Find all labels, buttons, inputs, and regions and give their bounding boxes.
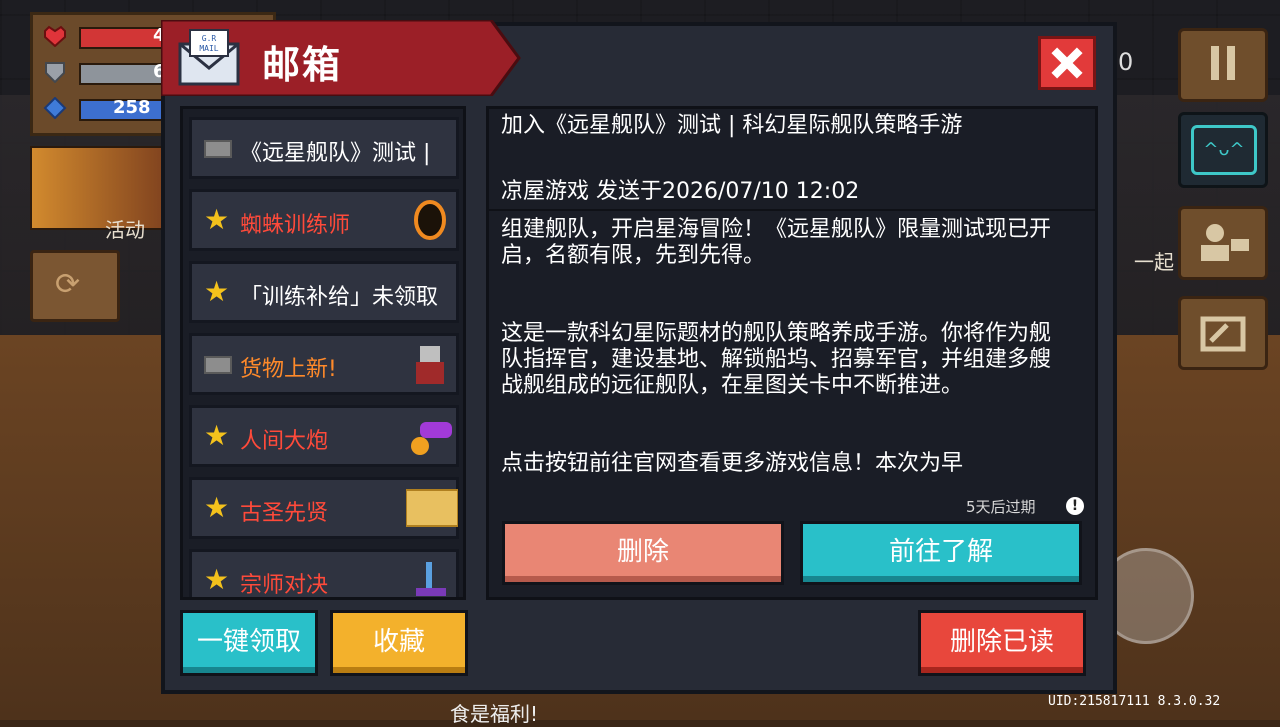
bottom-banner-text: 食是福利!: [450, 702, 539, 726]
sword-icon: [406, 558, 454, 597]
delete-read-button[interactable]: 删除已读: [918, 610, 1086, 676]
mail-item-7[interactable]: ★ 宗师对决: [189, 549, 459, 598]
energy-value: 258: [113, 97, 151, 118]
svg-text:MAIL: MAIL: [199, 44, 218, 53]
mail-envelope-icon: G.R MAIL: [176, 28, 242, 88]
cannon-icon: [406, 414, 454, 458]
mail-item-2[interactable]: ★ 蜘蛛训练师: [189, 189, 459, 251]
exit-icon: [1200, 316, 1246, 352]
envelope-icon: [204, 140, 232, 158]
uid-label: UID:215817111 8.3.0.32: [1048, 694, 1221, 709]
mail-item-6[interactable]: ★ 古圣先贤: [189, 477, 459, 539]
star-icon: ★: [204, 203, 230, 236]
activity-banner[interactable]: [30, 146, 174, 230]
mail-paragraph: 组建舰队，开启星海冒险！《远星舰队》限量测试现已开启，名额有限，先到先得。: [501, 217, 1052, 268]
mail-item-3[interactable]: ★ 「训练补给」未领取: [189, 261, 459, 323]
info-icon[interactable]: !: [1066, 497, 1084, 515]
reload-button[interactable]: ⟳: [30, 250, 120, 322]
spider-portal-icon: [406, 198, 454, 242]
mail-item-4[interactable]: 货物上新!: [189, 333, 459, 395]
pause-icon: [1211, 46, 1219, 80]
learn-more-button[interactable]: 前往了解: [800, 521, 1082, 585]
star-icon: ★: [204, 275, 230, 308]
refresh-icon: ⟳: [55, 267, 81, 302]
chat-face-icon: ^ᴗ^: [1191, 125, 1257, 175]
energy-crystal-icon: [43, 96, 67, 120]
star-icon: ★: [204, 563, 230, 596]
heart-icon: [43, 25, 67, 48]
star-icon: ★: [204, 491, 230, 524]
shield-icon: [43, 61, 67, 84]
mail-paragraph: 点击按钮前往官网查看更多游戏信息！本次为早: [501, 451, 964, 476]
together-label: 一起: [1134, 250, 1174, 274]
mail-item-1[interactable]: 《远星舰队》测试 |: [189, 117, 459, 179]
envelope-icon: [204, 356, 232, 374]
mail-subject: 加入《远星舰队》测试 | 科幻星际舰队策略手游: [501, 113, 963, 138]
mail-item-label: 「训练补给」未领取: [240, 285, 439, 310]
friend-icon: [1201, 224, 1249, 261]
mail-item-label: 古圣先贤: [240, 501, 329, 526]
friends-button[interactable]: [1178, 206, 1268, 280]
chat-button[interactable]: ^ᴗ^: [1178, 112, 1268, 188]
activity-label: 活动: [105, 218, 145, 242]
scroll-icon: [405, 486, 459, 530]
mail-body[interactable]: 组建舰队，开启星海冒险！《远星舰队》限量测试现已开启，名额有限，先到先得。 这是…: [501, 217, 1061, 485]
favorite-button[interactable]: 收藏: [330, 610, 468, 676]
mail-paragraph: 这是一款科幻星际题材的舰队策略养成手游。你将作为舰队指挥官，建设基地、解锁船坞、…: [501, 321, 1052, 398]
mail-item-label: 宗师对决: [240, 573, 329, 598]
pause-button[interactable]: [1178, 28, 1268, 102]
star-icon: ★: [204, 419, 230, 452]
claim-all-button[interactable]: 一键领取: [180, 610, 318, 676]
mail-item-label: 货物上新!: [240, 357, 337, 382]
svg-text:G.R: G.R: [202, 34, 217, 43]
mail-sender: 凉屋游戏 发送于2026/07/10 12:02: [501, 179, 860, 204]
exit-button[interactable]: [1178, 296, 1268, 370]
delete-button[interactable]: 删除: [502, 521, 784, 585]
mail-item-5[interactable]: ★ 人间大炮: [189, 405, 459, 467]
mail-list[interactable]: 《远星舰队》测试 | ★ 蜘蛛训练师 ★ 「训练补给」未领取 货物上新! ★ 人…: [180, 106, 466, 600]
expire-label: 5天后过期: [966, 498, 1036, 516]
divider: [489, 209, 1095, 211]
close-button[interactable]: [1038, 36, 1096, 90]
mail-item-label: 蜘蛛训练师: [240, 213, 351, 238]
mail-item-label: 人间大炮: [240, 429, 329, 454]
dialog-title: 邮箱: [262, 43, 343, 87]
mail-item-label: 《远星舰队》测试 |: [240, 141, 431, 166]
side-counter: 0: [1118, 48, 1134, 76]
merchant-icon: [406, 342, 454, 386]
